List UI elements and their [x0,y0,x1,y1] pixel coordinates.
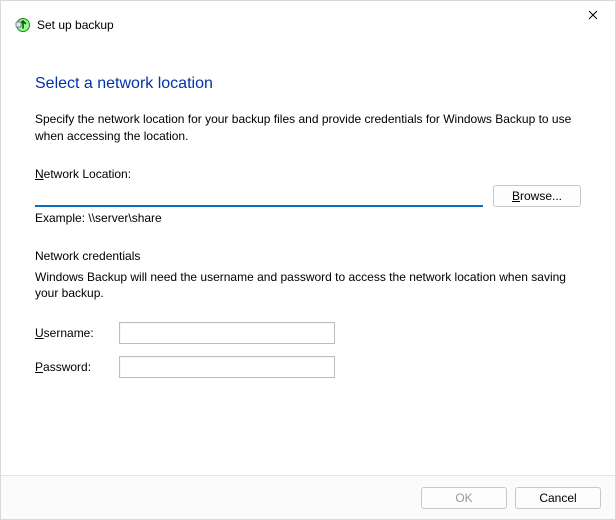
network-location-label-rest: etwork Location: [44,167,131,181]
content-area: Select a network location Specify the ne… [1,35,615,378]
title-bar: Set up backup [1,1,615,35]
username-label-rest: sername: [44,326,94,340]
username-label: Username: [35,326,119,340]
browse-label-rest: rowse... [520,189,562,203]
browse-accel: B [512,189,520,203]
network-location-label: Network Location: [35,167,581,181]
username-input[interactable] [119,322,335,344]
ok-button[interactable]: OK [421,487,507,509]
window-title: Set up backup [37,18,114,32]
close-icon [588,10,598,20]
backup-icon [15,17,31,33]
example-text: Example: \\server\share [35,211,581,225]
page-description: Specify the network location for your ba… [35,111,581,145]
browse-button[interactable]: Browse... [493,185,581,207]
close-button[interactable] [571,1,615,29]
password-label: Password: [35,360,119,374]
credentials-heading: Network credentials [35,249,581,263]
dialog-footer: OK Cancel [1,475,615,519]
network-location-input[interactable] [35,185,483,207]
username-accel: U [35,326,44,340]
password-input[interactable] [119,356,335,378]
password-accel: P [35,360,43,374]
page-heading: Select a network location [35,75,581,93]
credentials-description: Windows Backup will need the username an… [35,269,581,303]
cancel-button[interactable]: Cancel [515,487,601,509]
password-label-rest: assword: [43,360,91,374]
network-location-accel: N [35,167,44,181]
